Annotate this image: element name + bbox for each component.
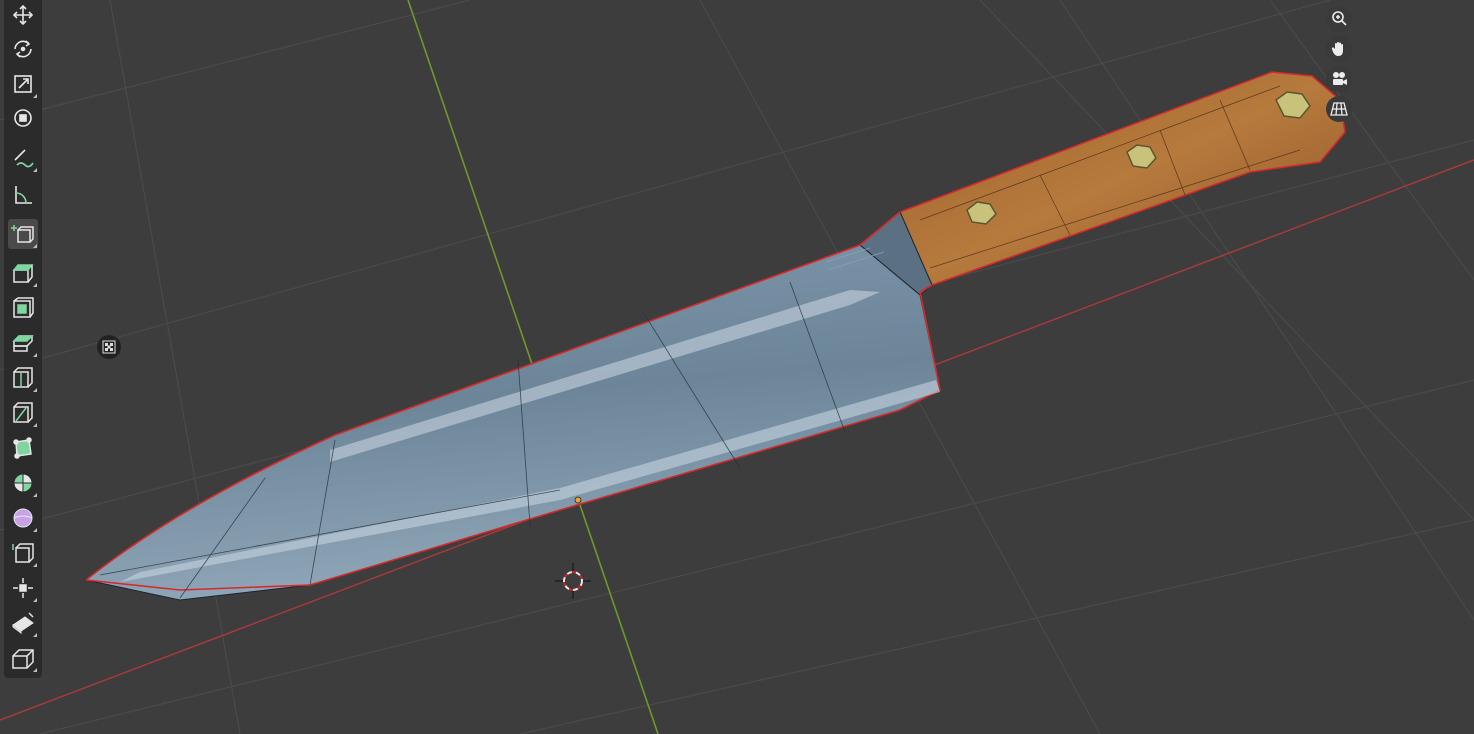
submenu-corner-icon bbox=[33, 353, 37, 357]
inset-tool[interactable] bbox=[8, 293, 38, 323]
scale-icon bbox=[14, 75, 32, 93]
checker-icon[interactable] bbox=[97, 335, 121, 359]
add-cube-tool[interactable] bbox=[8, 219, 38, 249]
transform-icon bbox=[14, 109, 32, 127]
move-tool[interactable] bbox=[8, 0, 38, 30]
zoom-icon bbox=[1332, 11, 1347, 26]
annotate-icon bbox=[14, 149, 34, 168]
shrink-fatten-icon bbox=[13, 578, 33, 598]
add-cube-icon bbox=[11, 225, 34, 243]
smooth-icon bbox=[13, 508, 33, 528]
shrink-fatten-tool[interactable] bbox=[8, 573, 38, 603]
poly-build-tool[interactable] bbox=[8, 433, 38, 463]
shear-tool[interactable] bbox=[8, 538, 38, 568]
bevel-tool[interactable] bbox=[8, 328, 38, 358]
camera-view-button[interactable] bbox=[1326, 66, 1352, 92]
pan-button[interactable] bbox=[1326, 36, 1352, 62]
grid-icon bbox=[1330, 102, 1348, 116]
scale-tool[interactable] bbox=[8, 69, 38, 99]
extrude-tool[interactable] bbox=[8, 258, 38, 288]
knife-icon bbox=[13, 402, 33, 423]
3d-cursor[interactable] bbox=[555, 563, 591, 599]
rip-tool[interactable] bbox=[8, 643, 38, 673]
annotate-tool[interactable] bbox=[8, 143, 38, 173]
perspective-toggle-button[interactable] bbox=[1326, 96, 1352, 122]
edge-slide-icon bbox=[12, 612, 34, 634]
spin-icon bbox=[13, 473, 33, 493]
submenu-corner-icon bbox=[33, 283, 37, 287]
submenu-corner-icon bbox=[33, 168, 37, 172]
submenu-corner-icon bbox=[33, 388, 37, 392]
submenu-corner-icon bbox=[33, 633, 37, 637]
rotate-icon bbox=[14, 40, 32, 58]
inset-icon bbox=[13, 297, 34, 318]
extrude-icon bbox=[12, 264, 34, 283]
submenu-corner-icon bbox=[33, 423, 37, 427]
tool-shelf bbox=[4, 0, 42, 678]
submenu-corner-icon bbox=[33, 563, 37, 567]
measure-icon bbox=[15, 186, 32, 204]
hand-icon bbox=[1331, 42, 1343, 56]
submenu-corner-icon bbox=[33, 244, 37, 248]
submenu-corner-icon bbox=[33, 493, 37, 497]
bevel-icon bbox=[12, 335, 34, 352]
knife-tool[interactable] bbox=[8, 398, 38, 428]
submenu-corner-icon bbox=[33, 528, 37, 532]
object-origin bbox=[574, 496, 582, 504]
submenu-corner-icon bbox=[33, 94, 37, 98]
checker-glyph bbox=[102, 340, 116, 354]
move-icon bbox=[12, 4, 34, 26]
shear-icon bbox=[12, 543, 34, 563]
loop-cut-icon bbox=[13, 367, 33, 388]
transform-tool[interactable] bbox=[8, 103, 38, 133]
submenu-corner-icon bbox=[33, 598, 37, 602]
knife-mesh[interactable] bbox=[84, 71, 1346, 601]
spin-tool[interactable] bbox=[8, 468, 38, 498]
edge-slide-tool[interactable] bbox=[8, 608, 38, 638]
measure-tool[interactable] bbox=[8, 180, 38, 210]
zoom-button[interactable] bbox=[1326, 6, 1352, 32]
camera-icon bbox=[1333, 72, 1347, 85]
rip-icon bbox=[12, 649, 34, 669]
submenu-corner-icon bbox=[33, 668, 37, 672]
smooth-tool[interactable] bbox=[8, 503, 38, 533]
loop-cut-tool[interactable] bbox=[8, 363, 38, 393]
3d-viewport[interactable] bbox=[0, 0, 1474, 734]
poly-build-icon bbox=[13, 437, 32, 459]
rotate-tool[interactable] bbox=[8, 34, 38, 64]
